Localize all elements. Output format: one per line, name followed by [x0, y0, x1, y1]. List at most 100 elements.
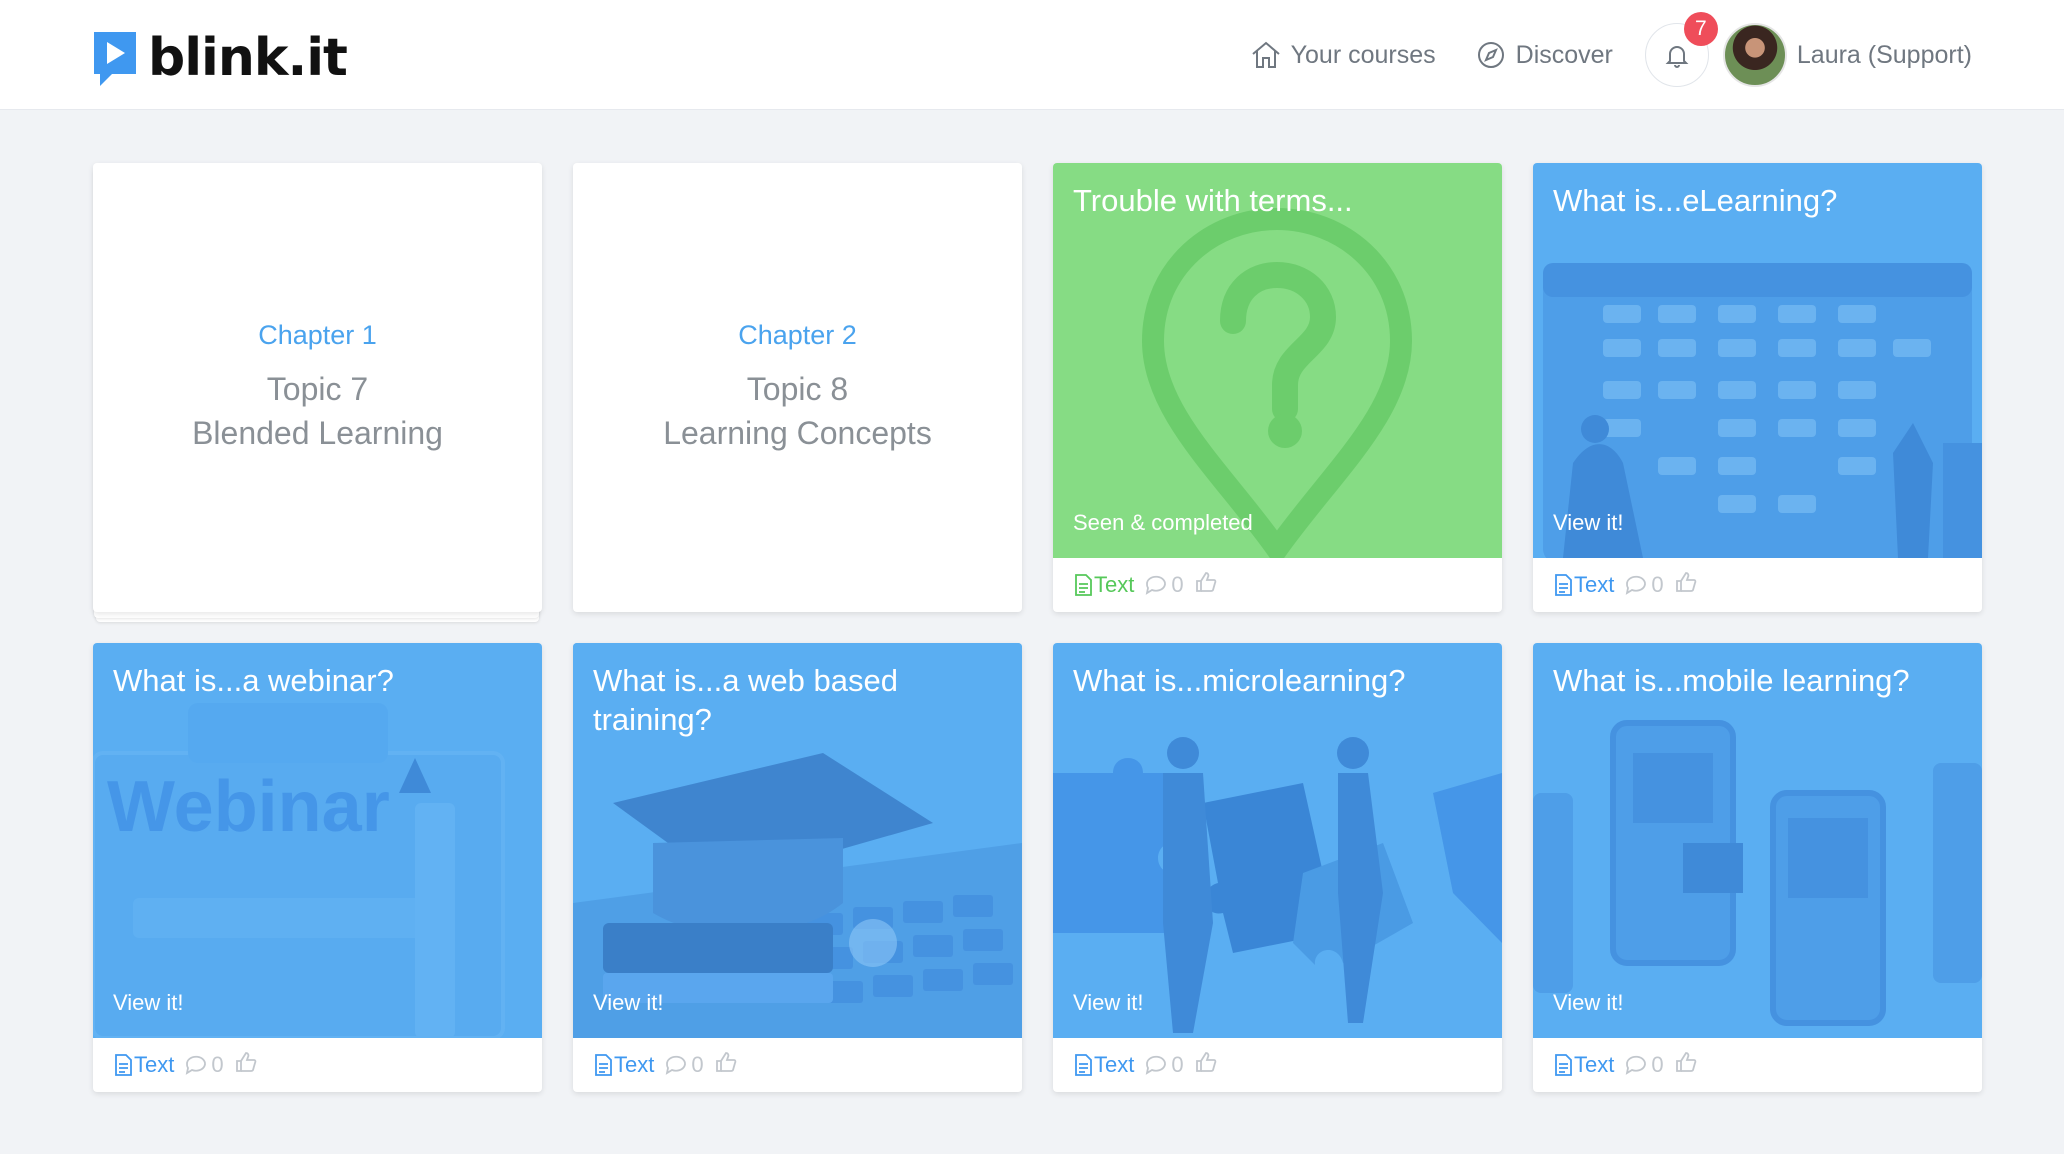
- nav-discover-label: Discover: [1515, 40, 1613, 69]
- lesson-type-label: Text: [1574, 1052, 1615, 1077]
- lesson-type-label: Text: [1094, 1052, 1135, 1077]
- lesson-type-label: Text: [134, 1052, 175, 1077]
- lesson-card-elearning[interactable]: What is...eLearning? View it! Text 0: [1533, 163, 1982, 612]
- user-name[interactable]: Laura (Support): [1797, 41, 1972, 70]
- comment-icon: [1146, 1055, 1167, 1075]
- lesson-title: What is...microlearning?: [1073, 663, 1406, 698]
- notification-badge: 7: [1683, 12, 1718, 46]
- thumbs-up-icon: [1675, 572, 1696, 592]
- lesson-footer: Text 0: [1533, 558, 1982, 612]
- document-icon: [1075, 574, 1092, 596]
- like-button[interactable]: [1674, 1050, 1698, 1080]
- chapter-topic: Topic 8: [746, 371, 849, 407]
- lesson-type: Text: [1553, 1052, 1614, 1078]
- lesson-footer: Text 0: [573, 1038, 1022, 1092]
- lesson-thumbnail: What is...eLearning? View it!: [1533, 163, 1982, 558]
- nav-your-courses[interactable]: Your courses: [1249, 38, 1436, 72]
- comments-count: 0: [211, 1052, 224, 1077]
- lesson-status: View it!: [1553, 990, 1624, 1015]
- lesson-footer: Text 0: [1053, 558, 1502, 612]
- lesson-card-mobile-learning[interactable]: What is...mobile learning? View it! Text…: [1533, 643, 1982, 1092]
- home-icon: [1251, 41, 1280, 68]
- like-button[interactable]: [1194, 1050, 1218, 1080]
- lesson-type-label: Text: [614, 1052, 655, 1077]
- lesson-title: What is...a webinar?: [113, 663, 394, 698]
- lesson-status: View it!: [593, 990, 664, 1015]
- bell-icon: [1665, 46, 1689, 68]
- comments-button[interactable]: 0: [1144, 1052, 1184, 1078]
- comments-button[interactable]: 0: [1624, 1052, 1664, 1078]
- webinar-art-text: Webinar: [107, 767, 390, 847]
- compass-icon: [1477, 42, 1504, 68]
- chapter-subtitle: Learning Concepts: [663, 415, 932, 451]
- comments-button[interactable]: 0: [664, 1052, 704, 1078]
- logo-play-icon: [94, 32, 136, 86]
- comments-count: 0: [1171, 572, 1184, 597]
- comment-icon: [1626, 575, 1647, 595]
- lesson-card-microlearning[interactable]: What is...microlearning? View it! Text 0: [1053, 643, 1502, 1092]
- comments-count: 0: [1171, 1052, 1184, 1077]
- thumbs-up-icon: [1195, 572, 1216, 592]
- comment-icon: [1626, 1055, 1647, 1075]
- lesson-status: View it!: [1073, 990, 1144, 1015]
- thumbs-up-icon: [715, 1052, 736, 1072]
- lesson-status: Seen & completed: [1073, 510, 1253, 535]
- brand-name: blink.it: [148, 28, 348, 88]
- notifications-button[interactable]: 7: [1644, 12, 1718, 87]
- lesson-card-trouble-with-terms[interactable]: Trouble with terms... Seen & completed T…: [1053, 163, 1502, 612]
- chapter-subtitle: Blended Learning: [192, 415, 443, 451]
- lesson-card-web-based-training[interactable]: What is...a web based training? View it!…: [573, 643, 1022, 1092]
- chapter-topic: Topic 7: [266, 371, 369, 407]
- lesson-title: What is...eLearning?: [1553, 183, 1838, 218]
- lesson-status: View it!: [113, 990, 184, 1015]
- lesson-status: View it!: [1553, 510, 1624, 535]
- comment-icon: [1146, 575, 1167, 595]
- lesson-type: Text: [593, 1052, 654, 1078]
- like-button[interactable]: [1194, 570, 1218, 600]
- top-header: blink.it Your courses Discover 7 Laura (: [0, 0, 2064, 110]
- comments-count: 0: [691, 1052, 704, 1077]
- thumbs-up-icon: [235, 1052, 256, 1072]
- puzzle-illustration-icon: [1053, 737, 1502, 1033]
- lesson-type-label: Text: [1574, 572, 1615, 597]
- comments-count: 0: [1651, 1052, 1664, 1077]
- brand-logo[interactable]: blink.it: [92, 28, 348, 88]
- document-icon: [595, 1054, 612, 1076]
- like-button[interactable]: [234, 1050, 258, 1080]
- document-icon: [115, 1054, 132, 1076]
- lesson-thumbnail: Trouble with terms... Seen & completed: [1053, 163, 1502, 558]
- lesson-type-label: Text: [1094, 572, 1135, 597]
- document-icon: [1555, 574, 1572, 596]
- comments-count: 0: [1651, 572, 1664, 597]
- lesson-footer: Text 0: [1533, 1038, 1982, 1092]
- chapter-card-1[interactable]: Chapter 1 Topic 7 Blended Learning: [93, 163, 542, 612]
- chapter-label: Chapter 2: [738, 320, 857, 350]
- lesson-card-webinar[interactable]: Webinar What is...a webinar? View it! Te…: [93, 643, 542, 1092]
- comments-button[interactable]: 0: [1144, 572, 1184, 598]
- lesson-type: Text: [113, 1052, 174, 1078]
- mobile-phones-illustration-icon: [1533, 720, 1982, 1026]
- lesson-type: Text: [1553, 572, 1614, 598]
- lesson-thumbnail: Webinar What is...a webinar? View it!: [93, 643, 542, 1038]
- elearning-illustration-icon: [1543, 263, 1982, 558]
- comment-icon: [186, 1055, 207, 1075]
- chapter-card-2[interactable]: Chapter 2 Topic 8 Learning Concepts: [573, 163, 1022, 612]
- nav-discover[interactable]: Discover: [1474, 38, 1613, 72]
- lesson-thumbnail: What is...a web based training? View it!: [573, 643, 1022, 1038]
- comments-button[interactable]: 0: [184, 1052, 224, 1078]
- thumbs-up-icon: [1675, 1052, 1696, 1072]
- lesson-thumbnail: What is...microlearning? View it!: [1053, 643, 1502, 1038]
- chapter-label: Chapter 1: [258, 320, 377, 350]
- webinar-illustration-icon: Webinar: [93, 703, 505, 1038]
- document-icon: [1075, 1054, 1092, 1076]
- comments-button[interactable]: 0: [1624, 572, 1664, 598]
- comment-icon: [666, 1055, 687, 1075]
- thumbs-up-icon: [1195, 1052, 1216, 1072]
- like-button[interactable]: [1674, 570, 1698, 600]
- like-button[interactable]: [714, 1050, 738, 1080]
- main-nav: Your courses Discover 7 Laura (Support): [1211, 12, 1972, 92]
- lesson-thumbnail: What is...mobile learning? View it!: [1533, 643, 1982, 1038]
- lesson-footer: Text 0: [93, 1038, 542, 1092]
- lesson-title: What is...mobile learning?: [1553, 663, 1910, 698]
- avatar[interactable]: [1722, 23, 1787, 87]
